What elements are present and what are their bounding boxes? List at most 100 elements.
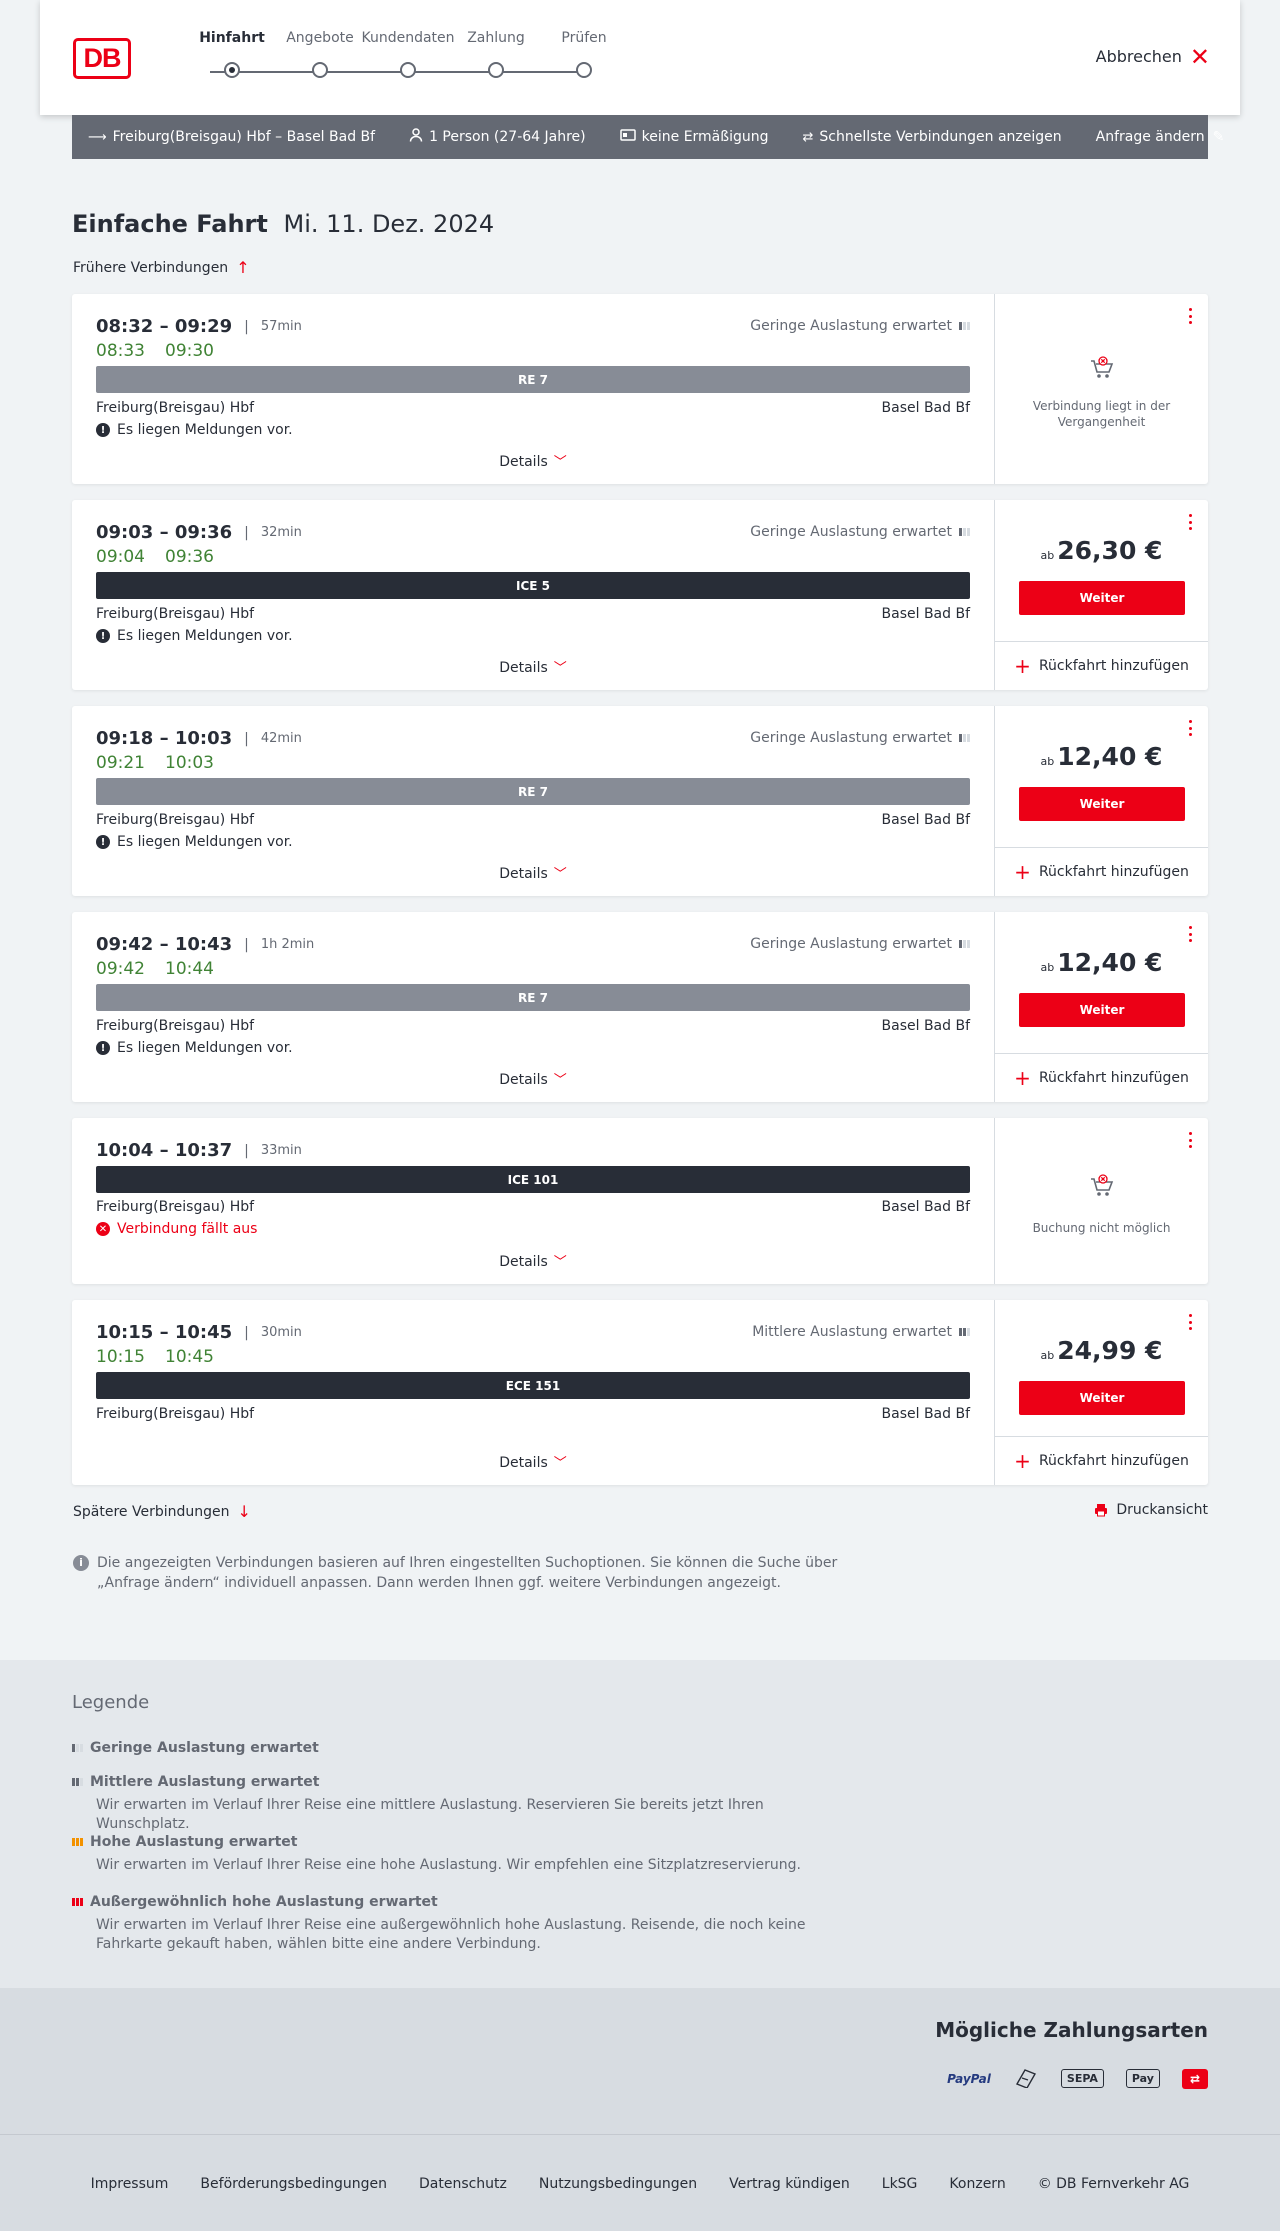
connection-times: 09:03 – 09:36 | 32min <box>96 522 302 543</box>
cancel-label: Abbrechen <box>1095 47 1182 66</box>
cart-unavailable-icon <box>1090 356 1113 378</box>
alert-icon: ! <box>96 1041 110 1055</box>
footer-link-lksg[interactable]: LkSG <box>882 2176 918 2192</box>
continue-button[interactable]: Weiter <box>1019 1381 1185 1415</box>
train-bar[interactable]: ECE 151 <box>96 1372 970 1399</box>
db-voucher-icon: ⇄ <box>1181 2068 1208 2089</box>
duration: 42min <box>260 731 302 746</box>
connection-card: 09:42 – 10:43 | 1h 2min 09:42 10:44 Geringe… <box>72 912 1208 1102</box>
summary-option: ⇄ Schnellste Verbindungen anzeigen <box>802 129 1062 145</box>
more-options-icon[interactable] <box>1189 720 1193 736</box>
plus-icon: + <box>1014 1449 1031 1473</box>
footer-link-datenschutz[interactable]: Datenschutz <box>419 2176 507 2192</box>
connection-main[interactable]: 09:18 – 10:03 | 42min 09:21 10:03 Geringe A… <box>72 706 994 896</box>
info-icon: i <box>73 1555 89 1571</box>
details-toggle[interactable]: Details ﹀ <box>72 863 994 882</box>
stations: Freiburg(Breisgau) Hbf Basel Bad Bf <box>96 400 970 416</box>
db-logo[interactable]: DB <box>73 38 131 79</box>
duration: 57min <box>260 319 302 334</box>
connection-times: 10:15 – 10:45 | 30min <box>96 1322 302 1343</box>
train-bar[interactable]: ICE 5 <box>96 572 970 599</box>
load-indicator: Geringe Auslastung erwartet <box>750 936 970 952</box>
notice-message[interactable]: ! Es liegen Meldungen vor. <box>96 422 293 438</box>
continue-button[interactable]: Weiter <box>1019 787 1185 821</box>
load-extreme-icon <box>72 1898 83 1906</box>
notice-message[interactable]: ! Es liegen Meldungen vor. <box>96 1040 293 1056</box>
details-toggle[interactable]: Details ﹀ <box>72 657 994 676</box>
connection-main[interactable]: 09:42 – 10:43 | 1h 2min 09:42 10:44 Geringe… <box>72 912 994 1102</box>
add-return-button[interactable]: + Rückfahrt hinzufügen <box>995 641 1208 690</box>
apple-pay-icon: Pay <box>1125 2069 1160 2088</box>
step-dot <box>488 62 504 78</box>
continue-button[interactable]: Weiter <box>1019 581 1185 615</box>
details-toggle[interactable]: Details ﹀ <box>72 1452 994 1471</box>
connection-main[interactable]: 09:03 – 09:36 | 32min 09:04 09:36 Geringe A… <box>72 500 994 690</box>
load-low-icon <box>959 734 970 742</box>
add-return-button[interactable]: + Rückfahrt hinzufügen <box>995 847 1208 896</box>
footer-links: Impressum Beförderungsbedingungen Datens… <box>0 2176 1280 2192</box>
footer-link-befoerderungsbedingungen[interactable]: Beförderungsbedingungen <box>200 2176 387 2192</box>
details-toggle[interactable]: Details ﹀ <box>72 1251 994 1270</box>
connection-side: Verbindung liegt in der Vergangenheit <box>994 294 1208 484</box>
alert-icon: ! <box>96 629 110 643</box>
payment-icons: PayPal SEPA Pay ⇄ <box>947 2066 1208 2091</box>
connection-main[interactable]: 10:04 – 10:37 | 33min ICE 101 Freiburg(Bre… <box>72 1118 994 1284</box>
cancellation-message[interactable]: ✕ Verbindung fällt aus <box>96 1221 257 1237</box>
duration: 30min <box>260 1325 302 1340</box>
chevron-down-icon: ﹀ <box>553 661 567 676</box>
notice-message[interactable]: ! Es liegen Meldungen vor. <box>96 834 293 850</box>
swap-icon: ⇄ <box>802 129 814 145</box>
summary-travellers: 1 Person (27-64 Jahre) <box>409 128 586 146</box>
load-low-icon <box>959 940 970 948</box>
summary-discount: keine Ermäßigung <box>619 129 769 145</box>
load-low-icon <box>959 322 970 330</box>
credit-card-icon <box>1013 2066 1039 2091</box>
train-bar[interactable]: RE 7 <box>96 366 970 393</box>
arrow-down-icon: ↓ <box>237 1502 251 1521</box>
add-return-button[interactable]: + Rückfahrt hinzufügen <box>995 1436 1208 1485</box>
connection-side: ab 24,99 € Weiter + Rückfahrt hinzufügen <box>994 1300 1208 1485</box>
price: ab 12,40 € <box>1040 742 1163 771</box>
footer: Impressum Beförderungsbedingungen Datens… <box>0 2134 1280 2231</box>
chevron-down-icon: ﹀ <box>553 1456 567 1471</box>
payment-section: Mögliche Zahlungsarten PayPal SEPA Pay ⇄ <box>0 1988 1280 2134</box>
connection-main[interactable]: 10:15 – 10:45 | 30min 10:15 10:45 Mittlere … <box>72 1300 994 1485</box>
more-options-icon[interactable] <box>1189 514 1193 530</box>
stepper-line <box>210 71 582 73</box>
footer-link-nutzungsbedingungen[interactable]: Nutzungsbedingungen <box>539 2176 697 2192</box>
load-low-icon <box>72 1744 83 1752</box>
plus-icon: + <box>1014 654 1031 678</box>
footer-link-impressum[interactable]: Impressum <box>91 2176 169 2192</box>
step-dot <box>400 62 416 78</box>
later-connections-link[interactable]: Spätere Verbindungen ↓ <box>73 1502 251 1521</box>
more-options-icon[interactable] <box>1189 308 1193 324</box>
more-options-icon[interactable] <box>1189 1314 1193 1330</box>
footer-link-vertrag-kuendigen[interactable]: Vertrag kündigen <box>729 2176 850 2192</box>
edit-request-button[interactable]: Anfrage ändern ✎ <box>1096 129 1225 145</box>
details-toggle[interactable]: Details ﹀ <box>72 451 994 470</box>
cancel-button[interactable]: Abbrechen ✕ <box>1095 45 1210 69</box>
price: ab 12,40 € <box>1040 948 1163 977</box>
continue-button[interactable]: Weiter <box>1019 993 1185 1027</box>
more-options-icon[interactable] <box>1189 926 1193 942</box>
connection-main[interactable]: 08:32 – 09:29 | 57min 08:33 09:30 Geringe A… <box>72 294 994 484</box>
train-bar[interactable]: ICE 101 <box>96 1166 970 1193</box>
print-view-link[interactable]: Druckansicht <box>1094 1502 1208 1518</box>
connection-times: 09:18 – 10:03 | 42min <box>96 728 302 749</box>
earlier-connections-link[interactable]: Frühere Verbindungen ↑ <box>73 258 250 277</box>
add-return-button[interactable]: + Rückfahrt hinzufügen <box>995 1053 1208 1102</box>
legend-item-extreme: Außergewöhnlich hohe Auslastung erwartet… <box>72 1894 872 1954</box>
arrow-up-icon: ↑ <box>236 258 250 277</box>
train-bar[interactable]: RE 7 <box>96 984 970 1011</box>
notice-message[interactable]: ! Es liegen Meldungen vor. <box>96 628 293 644</box>
load-indicator: Geringe Auslastung erwartet <box>750 318 970 334</box>
connection-card: 10:15 – 10:45 | 30min 10:15 10:45 Mittlere … <box>72 1300 1208 1485</box>
footer-link-konzern[interactable]: Konzern <box>949 2176 1005 2192</box>
header: DB Hinfahrt Angebote Kundendaten Zahlung… <box>40 0 1240 115</box>
more-options-icon[interactable] <box>1189 1132 1193 1148</box>
stations: Freiburg(Breisgau) Hbf Basel Bad Bf <box>96 1018 970 1034</box>
train-bar[interactable]: RE 7 <box>96 778 970 805</box>
stations: Freiburg(Breisgau) Hbf Basel Bad Bf <box>96 606 970 622</box>
pencil-icon: ✎ <box>1212 129 1225 145</box>
details-toggle[interactable]: Details ﹀ <box>72 1069 994 1088</box>
